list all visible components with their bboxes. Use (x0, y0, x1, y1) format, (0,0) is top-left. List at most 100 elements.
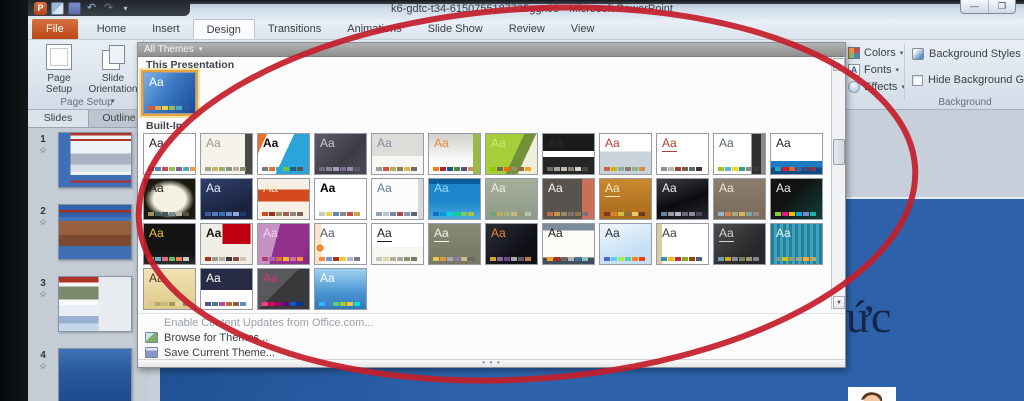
theme-thumbnail[interactable]: Aa (485, 178, 538, 220)
animation-star-icon: ☆ (38, 361, 48, 371)
theme-thumbnail[interactable]: Aa (599, 178, 652, 220)
theme-thumbnail[interactable]: Aa (257, 223, 310, 265)
theme-thumbnail[interactable]: Aa (428, 178, 481, 220)
theme-thumbnail[interactable]: Aa (314, 268, 367, 310)
theme-thumbnail[interactable]: Aa (371, 178, 424, 220)
tab-view[interactable]: View (558, 19, 608, 39)
theme-aa-label: Aa (434, 136, 449, 150)
theme-thumbnail[interactable]: Aa (143, 223, 196, 265)
ribbon-tabs: File Home Insert Design Transitions Animation… (28, 19, 1024, 40)
theme-aa-label: Aa (149, 181, 164, 195)
theme-thumbnail[interactable]: Aa (542, 133, 595, 175)
menu-item-label: Browse for Themes... (164, 331, 269, 344)
theme-thumbnail[interactable]: Aa (143, 268, 196, 310)
tab-home[interactable]: Home (84, 19, 139, 39)
theme-aa-label: Aa (719, 226, 734, 242)
background-styles-button[interactable]: Background Styles ▾ (912, 48, 1024, 60)
theme-thumbnail[interactable]: Aa (371, 133, 424, 175)
theme-thumbnail[interactable]: Aa (200, 268, 253, 310)
theme-thumbnail[interactable]: Aa (428, 223, 481, 265)
theme-thumbnail[interactable]: Aa (200, 223, 253, 265)
scrollbar-thumb[interactable] (833, 139, 845, 165)
theme-thumbnail[interactable]: Aa (314, 223, 367, 265)
scroll-up-button[interactable]: ▲ (833, 58, 845, 71)
theme-thumbnail[interactable]: Aa (200, 178, 253, 220)
theme-aa-label: Aa (377, 226, 392, 242)
theme-thumbnail[interactable]: Aa (542, 178, 595, 220)
menu-item-label: Save Current Theme... (164, 346, 276, 359)
theme-thumbnail[interactable]: Aa (770, 223, 823, 265)
theme-aa-label: Aa (491, 136, 506, 150)
theme-aa-label: Aa (548, 136, 563, 150)
theme-color-swatches (718, 257, 759, 261)
theme-thumbnail[interactable]: Aa (257, 268, 310, 310)
theme-thumbnail[interactable]: Aa (713, 223, 766, 265)
slide-thumbnail-2[interactable] (58, 204, 132, 260)
theme-thumbnail[interactable]: Aa (485, 223, 538, 265)
theme-thumbnail[interactable]: Aa (428, 133, 481, 175)
tab-animations[interactable]: Animations (334, 19, 414, 39)
slide-thumbnail-list: 1 ☆ 2 ☆ 3 ☆ 4 ☆ (28, 128, 150, 401)
theme-thumbnail[interactable]: Aa (143, 133, 196, 175)
theme-thumbnail[interactable]: Aa (371, 223, 424, 265)
theme-aa-label: Aa (719, 181, 734, 195)
restore-button[interactable]: ❐ (988, 0, 1015, 13)
theme-thumbnail[interactable]: Aa (770, 178, 823, 220)
theme-thumbnail[interactable]: Aa (542, 223, 595, 265)
theme-thumbnail[interactable]: Aa (656, 223, 709, 265)
animation-star-icon: ☆ (38, 217, 48, 227)
theme-color-swatches (148, 302, 189, 306)
theme-color-swatches (376, 212, 417, 216)
theme-thumbnail[interactable]: Aa (656, 133, 709, 175)
theme-color-swatches (262, 257, 303, 261)
theme-thumbnail[interactable]: Aa (599, 133, 652, 175)
all-themes-header[interactable]: All Themes ▾ (138, 43, 845, 57)
undo-icon[interactable]: ↶ (85, 2, 98, 15)
slide-thumbnail-4[interactable] (58, 348, 132, 401)
qat-caret-icon[interactable]: ▾ (119, 2, 132, 15)
colors-button[interactable]: Colors ▾ (848, 44, 905, 61)
background-styles-icon (912, 48, 924, 60)
theme-color-swatches (661, 167, 702, 171)
tab-review[interactable]: Review (496, 19, 558, 39)
gallery-resize-handle[interactable]: ● ● ● (138, 359, 845, 367)
theme-thumbnail[interactable]: Aa (314, 178, 367, 220)
tab-slide-show[interactable]: Slide Show (415, 19, 496, 39)
tab-insert[interactable]: Insert (139, 19, 193, 39)
tab-transitions[interactable]: Transitions (255, 19, 334, 39)
scroll-down-button[interactable]: ▼ (833, 296, 845, 309)
tab-file[interactable]: File (32, 19, 78, 39)
theme-thumbnail[interactable]: Aa (713, 133, 766, 175)
tab-slides[interactable]: Slides (28, 110, 89, 127)
desktop-edge-strip (0, 0, 28, 401)
theme-thumbnail[interactable]: Aa (656, 178, 709, 220)
redo-icon[interactable]: ↷ (102, 2, 115, 15)
tab-design[interactable]: Design (192, 19, 255, 39)
theme-thumbnail[interactable]: Aa (485, 133, 538, 175)
page-setup-button[interactable]: Page Setup (36, 44, 82, 95)
theme-thumbnail[interactable]: Aa (314, 133, 367, 175)
fonts-button[interactable]: A Fonts ▾ (848, 61, 905, 78)
theme-thumbnail[interactable]: Aa (770, 133, 823, 175)
hide-background-graphics-checkbox[interactable] (912, 74, 923, 86)
fonts-icon: A (848, 63, 860, 76)
save-icon[interactable] (68, 1, 81, 15)
minimize-button[interactable]: — (961, 0, 988, 13)
theme-aa-label: Aa (605, 226, 620, 240)
menu-item-save[interactable]: Save Current Theme... (138, 345, 845, 360)
theme-thumbnail[interactable]: Aa (200, 133, 253, 175)
theme-thumbnail[interactable]: Aa (713, 178, 766, 220)
theme-thumbnail[interactable]: Aa (143, 178, 196, 220)
slide-thumbnail-3[interactable] (58, 276, 132, 332)
theme-thumbnail[interactable]: Aa (599, 223, 652, 265)
slide-thumbnail-1[interactable] (58, 132, 132, 188)
theme-aa-label: Aa (263, 136, 279, 150)
powerpoint-logo[interactable]: P (34, 1, 47, 15)
theme-thumbnail[interactable]: Aa (257, 178, 310, 220)
picture-icon[interactable] (51, 1, 64, 15)
current-theme-thumbnail[interactable]: Aa (141, 70, 198, 116)
menu-item-label: Enable Content Updates from Office.com..… (164, 316, 374, 329)
effects-button[interactable]: Effects▾ (848, 78, 905, 95)
theme-thumbnail[interactable]: Aa (257, 133, 310, 175)
menu-item-browse[interactable]: Browse for Themes... (138, 330, 845, 345)
